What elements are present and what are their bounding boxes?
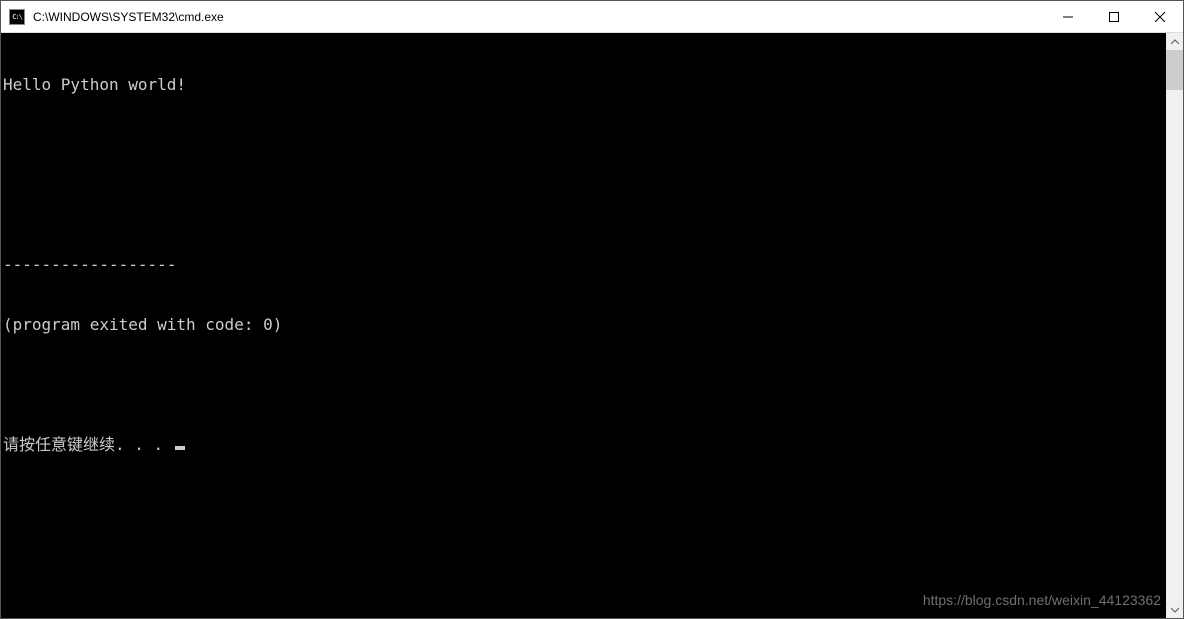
terminal-line [3, 375, 1166, 395]
vertical-scrollbar[interactable] [1166, 33, 1183, 618]
window-controls [1045, 1, 1183, 32]
close-icon [1155, 12, 1165, 22]
scroll-down-button[interactable] [1166, 601, 1183, 618]
window-body: Hello Python world! ------------------ (… [1, 33, 1183, 618]
terminal-line: (program exited with code: 0) [3, 315, 1166, 335]
terminal-line [3, 195, 1166, 215]
terminal-line: ------------------ [3, 255, 1166, 275]
terminal-prompt-line: 请按任意键继续. . . [3, 435, 1166, 455]
titlebar[interactable]: C:\ C:\WINDOWS\SYSTEM32\cmd.exe [1, 1, 1183, 33]
minimize-icon [1063, 12, 1073, 22]
maximize-button[interactable] [1091, 1, 1137, 32]
terminal-prompt-text: 请按任意键继续. . . [3, 435, 173, 455]
cmd-icon: C:\ [9, 9, 25, 25]
scroll-thumb[interactable] [1166, 50, 1183, 90]
maximize-icon [1109, 12, 1119, 22]
terminal-output[interactable]: Hello Python world! ------------------ (… [1, 33, 1166, 618]
chevron-up-icon [1171, 38, 1179, 46]
window-title: C:\WINDOWS\SYSTEM32\cmd.exe [31, 10, 1045, 24]
chevron-down-icon [1171, 606, 1179, 614]
terminal-line: Hello Python world! [3, 75, 1166, 95]
scroll-track[interactable] [1166, 50, 1183, 601]
cmd-window: C:\ C:\WINDOWS\SYSTEM32\cmd.exe Hello Py… [0, 0, 1184, 619]
close-button[interactable] [1137, 1, 1183, 32]
terminal-line [3, 135, 1166, 155]
minimize-button[interactable] [1045, 1, 1091, 32]
scroll-up-button[interactable] [1166, 33, 1183, 50]
terminal-cursor [175, 446, 185, 450]
cmd-icon-glyph: C:\ [12, 13, 22, 21]
